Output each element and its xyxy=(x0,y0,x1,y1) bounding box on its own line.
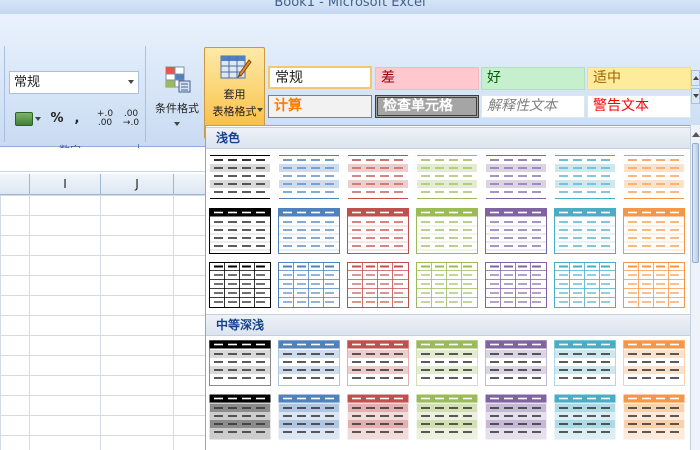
table-style-swatch[interactable] xyxy=(485,394,547,440)
table-style-swatch[interactable] xyxy=(347,154,409,200)
chevron-down-icon xyxy=(693,94,699,98)
decrease-decimal-button[interactable]: .00 →.0 xyxy=(118,108,144,130)
percent-button[interactable]: % xyxy=(48,108,66,130)
format-as-table-label: 套用 xyxy=(223,88,246,101)
increase-decimal-label: +.0 .00 xyxy=(96,109,114,128)
table-style-swatch[interactable] xyxy=(554,262,616,308)
table-style-swatch[interactable] xyxy=(416,262,478,308)
table-style-swatch[interactable] xyxy=(485,208,547,254)
column-header-row: I J xyxy=(0,174,205,195)
table-style-swatch[interactable] xyxy=(209,340,271,386)
conditional-format-button[interactable]: 条件格式 xyxy=(151,64,201,134)
table-style-swatch[interactable] xyxy=(278,154,340,200)
conditional-format-icon xyxy=(165,66,191,93)
grid-column-line xyxy=(173,195,174,450)
column-header-i[interactable]: I xyxy=(29,174,100,195)
cell-style-calculation[interactable]: 计算 xyxy=(268,95,372,118)
table-style-swatch[interactable] xyxy=(623,262,685,308)
chevron-down-icon xyxy=(128,80,134,84)
column-header-k[interactable] xyxy=(173,174,205,195)
styles-scroll-up-button[interactable] xyxy=(691,70,700,86)
cell-style-warning[interactable]: 警告文本 xyxy=(587,95,691,118)
format-as-table-label: 表格格式 xyxy=(212,105,257,118)
grid-column-line xyxy=(100,195,101,450)
table-style-swatch[interactable] xyxy=(278,208,340,254)
table-style-swatch[interactable] xyxy=(278,340,340,386)
column-header-j[interactable]: J xyxy=(100,174,173,195)
group-separator xyxy=(4,46,5,142)
table-style-swatch[interactable] xyxy=(416,340,478,386)
currency-icon xyxy=(15,112,33,126)
table-style-swatch[interactable] xyxy=(623,208,685,254)
table-style-swatch[interactable] xyxy=(278,262,340,308)
table-style-swatch[interactable] xyxy=(623,154,685,200)
table-style-swatch[interactable] xyxy=(416,394,478,440)
conditional-format-label: 条件格式 xyxy=(155,102,199,115)
table-style-swatch[interactable] xyxy=(278,394,340,440)
worksheet-grid[interactable] xyxy=(0,195,205,450)
comma-style-button[interactable]: , xyxy=(70,108,84,130)
watermark-logo xyxy=(570,380,695,420)
chevron-up-icon xyxy=(692,132,700,137)
table-style-swatch[interactable] xyxy=(485,154,547,200)
cell-style-normal[interactable]: 常规 xyxy=(268,66,372,89)
chevron-down-icon xyxy=(257,108,263,112)
table-format-icon xyxy=(220,55,252,79)
chevron-down-icon xyxy=(35,116,41,121)
table-style-swatch[interactable] xyxy=(485,262,547,308)
currency-format-button[interactable] xyxy=(11,108,45,130)
chevron-up-icon xyxy=(693,76,699,80)
grid-column-line xyxy=(29,195,30,450)
cell-style-neutral[interactable]: 适中 xyxy=(587,67,691,90)
table-style-swatch[interactable] xyxy=(347,340,409,386)
window-title: Book1 - Microsoft Excel xyxy=(274,0,426,10)
table-style-swatch[interactable] xyxy=(209,154,271,200)
increase-decimal-button[interactable]: +.0 .00 xyxy=(92,108,118,130)
table-style-swatch[interactable] xyxy=(554,208,616,254)
table-style-swatch[interactable] xyxy=(416,154,478,200)
table-style-swatch[interactable] xyxy=(209,208,271,254)
cell-style-check-cell[interactable]: 检查单元格 xyxy=(375,95,479,118)
styles-scroll-down-button[interactable] xyxy=(691,88,700,104)
title-bar: Book1 - Microsoft Excel xyxy=(0,0,700,14)
table-style-swatch[interactable] xyxy=(416,208,478,254)
table-style-swatch[interactable] xyxy=(209,262,271,308)
group-separator xyxy=(145,46,146,142)
scrollbar-thumb[interactable] xyxy=(692,143,699,263)
table-style-swatch[interactable] xyxy=(485,340,547,386)
section-header-light: 浅色 xyxy=(206,127,690,149)
number-format-value: 常规 xyxy=(14,75,41,90)
table-style-swatch[interactable] xyxy=(209,394,271,440)
section-header-medium: 中等深浅 xyxy=(206,314,690,336)
number-format-dropdown[interactable]: 常规 xyxy=(9,71,139,94)
chevron-down-icon xyxy=(174,122,180,126)
table-style-swatch[interactable] xyxy=(347,262,409,308)
decrease-decimal-label: .00 →.0 xyxy=(122,109,140,128)
cell-style-good[interactable]: 好 xyxy=(481,67,585,90)
table-style-swatch[interactable] xyxy=(347,208,409,254)
cell-style-explanatory[interactable]: 解释性文本 xyxy=(481,95,585,118)
cell-style-bad[interactable]: 差 xyxy=(375,67,479,90)
table-style-swatch[interactable] xyxy=(347,394,409,440)
table-style-swatch[interactable] xyxy=(554,154,616,200)
